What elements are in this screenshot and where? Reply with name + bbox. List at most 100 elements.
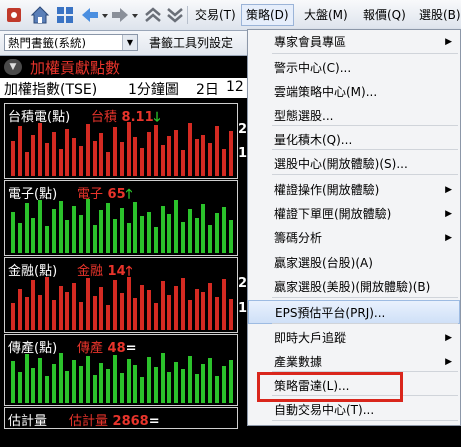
down-double-icon[interactable] (165, 5, 185, 25)
menu-item-label: 警示中心(C)... (274, 61, 352, 75)
subchart-bars (11, 117, 235, 176)
menu-item-9[interactable]: 贏家選股(台股)(A) (248, 251, 460, 275)
subchart-bar (38, 199, 43, 253)
subchart-bars (11, 271, 235, 330)
subchart-bar (72, 360, 77, 403)
subchart-bar (119, 208, 124, 253)
subchart-bar (51, 131, 56, 176)
menu-item-2[interactable]: 雲端策略中心(M)... (248, 80, 460, 104)
flat-icon: = (148, 414, 160, 429)
menu-item-label: 權證操作(開放體驗) (274, 183, 380, 197)
subchart-bar (133, 136, 138, 176)
subchart-bar (11, 140, 15, 176)
menu-item-1[interactable]: 警示中心(C)... (248, 56, 460, 80)
period-label[interactable]: 1分鐘圖 (128, 79, 179, 99)
forward-arrow-icon[interactable] (110, 5, 130, 25)
menu-item-7[interactable]: 權證下單匣(開放體驗) ▶ (248, 202, 460, 226)
subchart-bar (133, 364, 138, 403)
subchart-bar (228, 131, 233, 176)
up-double-icon[interactable] (143, 5, 163, 25)
menu-item-16[interactable]: XScript 編輯器(E)... (248, 423, 460, 447)
subchart-bar (221, 206, 226, 253)
subchart-bar (174, 361, 179, 403)
subchart-bar (45, 143, 49, 176)
bullet-icon[interactable] (4, 5, 24, 25)
grid-icon[interactable] (55, 5, 75, 25)
subchart-finance[interactable]: 金融(點) 金融 14🡑 (4, 257, 238, 333)
subchart-bar (228, 360, 233, 403)
subchart-bar (201, 204, 206, 253)
subchart-bar (194, 217, 199, 253)
subchart-bar (147, 289, 151, 330)
menu-item-8[interactable]: 籌碼分析 ▶ (248, 226, 460, 250)
menu-quote[interactable]: 報價(Q) (359, 5, 410, 25)
subchart-bar (228, 299, 233, 330)
chart-info-bar: 加權指數(TSE) 1分鐘圖 2日 12 (0, 78, 248, 98)
subchart-bar (11, 211, 15, 253)
home-icon[interactable] (30, 5, 50, 25)
right-axis-tick: 2 (238, 122, 248, 137)
subchart-bar (119, 141, 124, 176)
chevron-down-icon[interactable]: ▼ (122, 35, 137, 50)
subchart-bar (72, 282, 77, 330)
subchart-bar (140, 377, 145, 403)
subchart-bar (17, 372, 22, 403)
menu-item-0[interactable]: 專家會員專區 ▶ (248, 30, 460, 54)
menu-item-6[interactable]: 權證操作(開放體驗) ▶ (248, 178, 460, 202)
subchart-bar (31, 134, 36, 176)
subchart-bar (215, 126, 219, 176)
subchart-bar (228, 219, 233, 253)
subchart-bar (187, 300, 192, 330)
extra-label: 12 (226, 79, 244, 95)
day-label[interactable]: 2日 (196, 79, 219, 99)
panel-collapse-icon[interactable]: ▼ (4, 59, 22, 75)
subchart-label: 估計量 (8, 414, 48, 429)
subchart-bar (167, 294, 172, 330)
subchart-traditional[interactable]: 傳產(點) 傳產 48= (4, 334, 238, 406)
subchart-bar (51, 300, 56, 330)
subchart-bar (79, 146, 83, 176)
subchart-bar (208, 358, 213, 403)
menu-item-10[interactable]: 贏家選股(美股)(開放體驗)(B) (248, 275, 460, 299)
toolbar-separator (187, 6, 188, 24)
back-arrow-icon[interactable] (80, 5, 100, 25)
bookmark-toolbar-settings-button[interactable]: 書籤工具列設定 (149, 35, 233, 52)
subchart-bar (58, 200, 63, 253)
subchart-bar (113, 218, 117, 253)
subchart-bar (194, 288, 199, 330)
submenu-arrow-icon: ▶ (445, 185, 452, 195)
subchart-bar (208, 224, 213, 253)
subchart-bar (65, 220, 70, 253)
subchart-bar (147, 357, 151, 403)
subchart-electronics[interactable]: 電子(點) 電子 65🡑 (4, 180, 238, 256)
menu-item-5[interactable]: 選股中心(開放體驗)(S)... (248, 152, 460, 176)
menu-item-11[interactable]: EPS預估平台(PRJ)... (248, 300, 460, 324)
subchart-bar (11, 303, 15, 330)
subchart-bar (17, 125, 22, 176)
submenu-arrow-icon: ▶ (445, 209, 452, 219)
subchart-bar (72, 205, 77, 253)
menu-trade[interactable]: 交易(T) (191, 5, 240, 25)
subchart-tsmc[interactable]: 台積電(點) 台積 8.11🡓 (4, 103, 238, 179)
subchart-value-name: 估計量 (69, 414, 109, 429)
subchart-bar (99, 210, 104, 253)
menu-item-label: 籌碼分析 (274, 231, 323, 245)
subchart-bar (201, 292, 206, 330)
subchart-bar (160, 205, 165, 253)
subchart-bar (119, 372, 124, 403)
subchart-bar (181, 222, 185, 253)
subchart-bar (181, 369, 185, 403)
subchart-bar (106, 203, 111, 253)
subchart-bar (160, 352, 165, 403)
menu-strategy[interactable]: 策略(D) (241, 4, 294, 26)
panel-title-bar: ▼ 加權貢獻點數 (0, 56, 248, 78)
subchart-bars (11, 347, 235, 403)
subchart-bar (65, 370, 70, 403)
submenu-arrow-icon: ▶ (445, 37, 452, 47)
menu-stock-pick[interactable]: 選股(B) (415, 5, 461, 25)
subchart-bar (17, 288, 22, 330)
menu-item-label: 型態選股... (274, 109, 334, 123)
menu-item-12[interactable]: 即時大戶追蹤 ▶ (248, 326, 460, 350)
hot-bookmark-select[interactable]: 熱門書籤(系統) ▼ (4, 34, 138, 51)
menu-market[interactable]: 大盤(M) (300, 5, 352, 25)
